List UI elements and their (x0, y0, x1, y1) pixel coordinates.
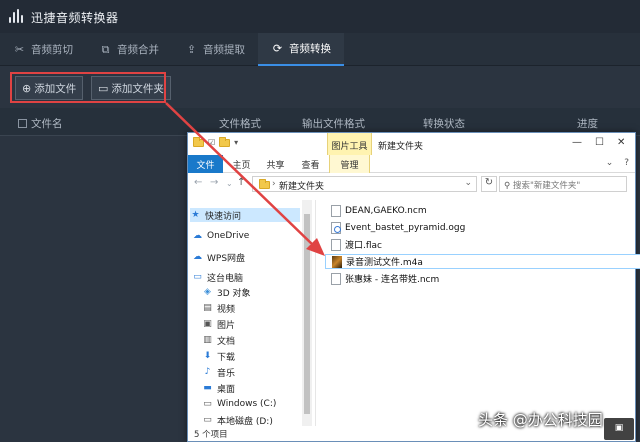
watermark-logo-icon: ▣ (604, 418, 634, 440)
watermark-text: 头条 @办公科技园 (478, 411, 603, 429)
arrow-line (165, 102, 315, 247)
red-arrow-annotation (165, 102, 325, 256)
